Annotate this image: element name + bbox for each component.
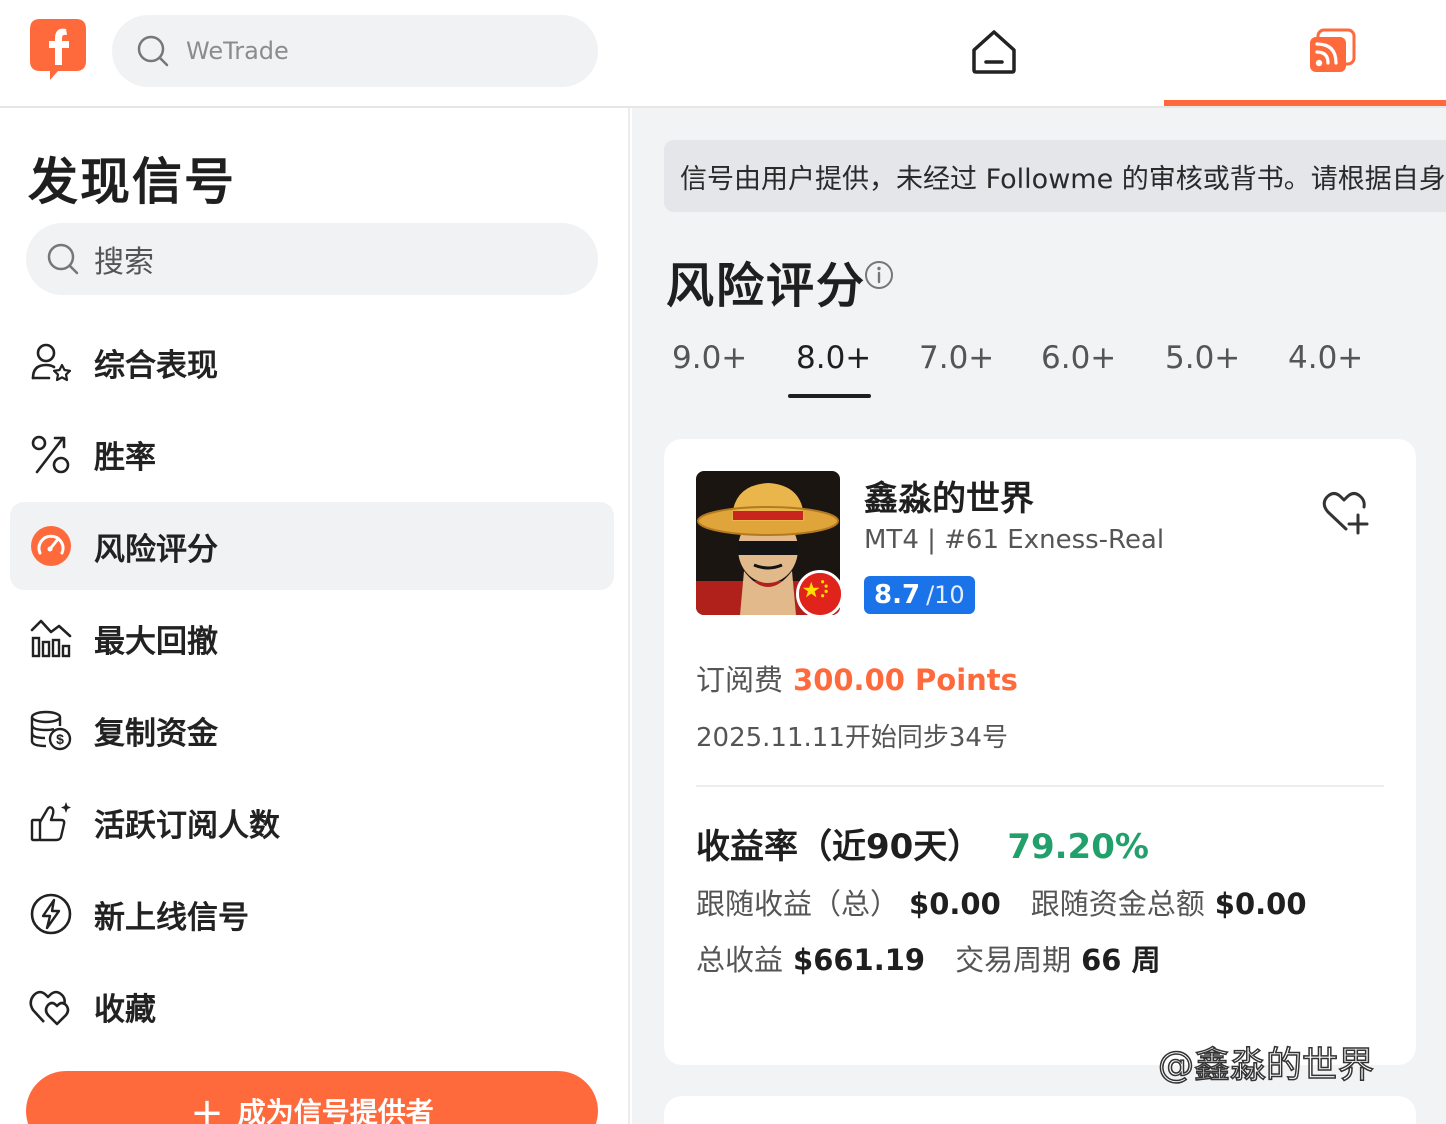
total-profit-value: $661.19 (793, 943, 926, 977)
signal-name[interactable]: 鑫淼的世界 (864, 471, 1034, 520)
tab-score-7[interactable]: 7.0+ (919, 340, 994, 376)
signal-description: 2025.11.11开始同步34号 (696, 723, 1008, 753)
chart-drawdown-icon (28, 615, 74, 661)
tab-score-8[interactable]: 8.0+ (796, 340, 871, 376)
add-favorite-icon[interactable] (1320, 489, 1370, 535)
return-value: 79.20% (1007, 827, 1149, 867)
search-icon (137, 35, 169, 67)
follow-profit-label: 跟随收益（总） (696, 887, 900, 921)
signal-account: MT4 | #61 Exness-Real (864, 525, 1165, 555)
disclaimer-banner: 信号由用户提供，未经过 Followme 的审核或背书。请根据自身 (664, 140, 1446, 212)
sidebar-item-label: 风险评分 (94, 531, 218, 568)
fee-label: 订阅费 (696, 663, 784, 697)
score-filter-tabs: 9.0+ 8.0+ 7.0+ 6.0+ 5.0+ 4.0+ (662, 340, 1442, 400)
watermark-text: @鑫淼的世界 (1157, 1044, 1375, 1087)
return-label: 收益率（近90天） (696, 827, 982, 867)
tab-score-5[interactable]: 5.0+ (1165, 340, 1240, 376)
sidebar-item-label: 活跃订阅人数 (94, 807, 280, 844)
svg-text:$: $ (56, 731, 64, 747)
sidebar-item-label: 综合表现 (94, 347, 218, 384)
sidebar-item-active-subscribers[interactable]: 活跃订阅人数 (10, 778, 614, 866)
risk-score-badge: 8.7 /10 (864, 576, 975, 614)
lightning-icon (28, 891, 74, 937)
sidebar-item-label: 最大回撤 (94, 623, 218, 660)
subscription-fee: 订阅费 300.00 Points (696, 657, 1018, 699)
sidebar-item-label: 复制资金 (94, 715, 218, 752)
trading-period-label: 交易周期 (955, 943, 1072, 977)
thumbs-up-icon (28, 799, 74, 845)
global-search-placeholder: WeTrade (186, 37, 289, 65)
sidebar-item-label: 新上线信号 (94, 899, 249, 936)
global-search-input[interactable]: WeTrade (112, 15, 598, 87)
become-provider-label: 成为信号提供者 (237, 1096, 434, 1124)
active-tab-indicator (1164, 100, 1446, 106)
sidebar-item-risk-score[interactable]: 风险评分 (10, 502, 614, 590)
sidebar-item-copy-funds[interactable]: $ 复制资金 (10, 686, 614, 774)
score-tab-underline (788, 394, 871, 398)
speedometer-icon (28, 523, 74, 569)
follow-profit-value: $0.00 (909, 887, 1001, 921)
become-provider-button[interactable]: + 成为信号提供者 (26, 1071, 598, 1124)
plus-icon: + (190, 1090, 224, 1124)
card-divider (696, 785, 1384, 787)
risk-score-max: /10 (926, 581, 965, 609)
main-content: 信号由用户提供，未经过 Followme 的审核或背书。请根据自身 风险评分 9… (632, 108, 1446, 1124)
info-icon[interactable] (864, 260, 894, 290)
signal-search-placeholder: 搜索 (94, 245, 154, 280)
follow-funds-label: 跟随资金总额 (1030, 887, 1205, 921)
followme-logo-icon[interactable] (28, 17, 88, 81)
signals-feed-icon[interactable] (1308, 28, 1356, 74)
tab-score-6[interactable]: 6.0+ (1041, 340, 1116, 376)
sidebar-item-win-rate[interactable]: 胜率 (10, 410, 614, 498)
sidebar-nav: 综合表现 胜率 风险评分 最大回撤 $ 复制资金 活跃订阅人数 新上线信号 收藏 (10, 318, 614, 1054)
trading-period-value: 66 周 (1081, 943, 1161, 977)
disclaimer-text: 信号由用户提供，未经过 Followme 的审核或背书。请根据自身 (680, 163, 1446, 195)
percent-icon (28, 431, 74, 477)
signal-search-input[interactable]: 搜索 (26, 223, 598, 295)
sidebar-item-label: 收藏 (94, 991, 156, 1028)
stat-row-total: 总收益 $661.19 交易周期 66 周 (696, 937, 1161, 979)
top-bar: WeTrade (0, 0, 1446, 108)
sidebar-item-label: 胜率 (94, 439, 156, 476)
fee-value: 300.00 Points (793, 663, 1018, 697)
coins-icon: $ (28, 707, 74, 753)
return-rate: 收益率（近90天） 79.20% (696, 819, 1149, 868)
stat-row-follow: 跟随收益（总） $0.00 跟随资金总额 $0.00 (696, 881, 1307, 923)
signal-card-next[interactable] (664, 1096, 1416, 1124)
heart-icon (28, 983, 74, 1029)
risk-score-value: 8.7 (874, 580, 921, 610)
sidebar-item-favorites[interactable]: 收藏 (10, 962, 614, 1050)
country-flag-icon (796, 570, 844, 618)
sidebar: 发现信号 搜索 综合表现 胜率 风险评分 最大回撤 $ 复制资金 活跃订阅人数 … (0, 108, 630, 1124)
tab-score-4[interactable]: 4.0+ (1288, 340, 1363, 376)
signal-card[interactable]: 鑫淼的世界 MT4 | #61 Exness-Real 8.7 /10 订阅费 3… (664, 439, 1416, 1065)
follow-funds-value: $0.00 (1214, 887, 1307, 921)
sidebar-item-overall[interactable]: 综合表现 (10, 318, 614, 406)
home-icon[interactable] (968, 26, 1020, 78)
page-title: 风险评分 (666, 258, 867, 314)
sidebar-item-new-signals[interactable]: 新上线信号 (10, 870, 614, 958)
sidebar-title: 发现信号 (28, 153, 236, 211)
search-icon (47, 243, 79, 275)
tab-score-9[interactable]: 9.0+ (672, 340, 747, 376)
total-profit-label: 总收益 (696, 943, 784, 977)
user-star-icon (28, 339, 74, 385)
sidebar-item-max-drawdown[interactable]: 最大回撤 (10, 594, 614, 682)
